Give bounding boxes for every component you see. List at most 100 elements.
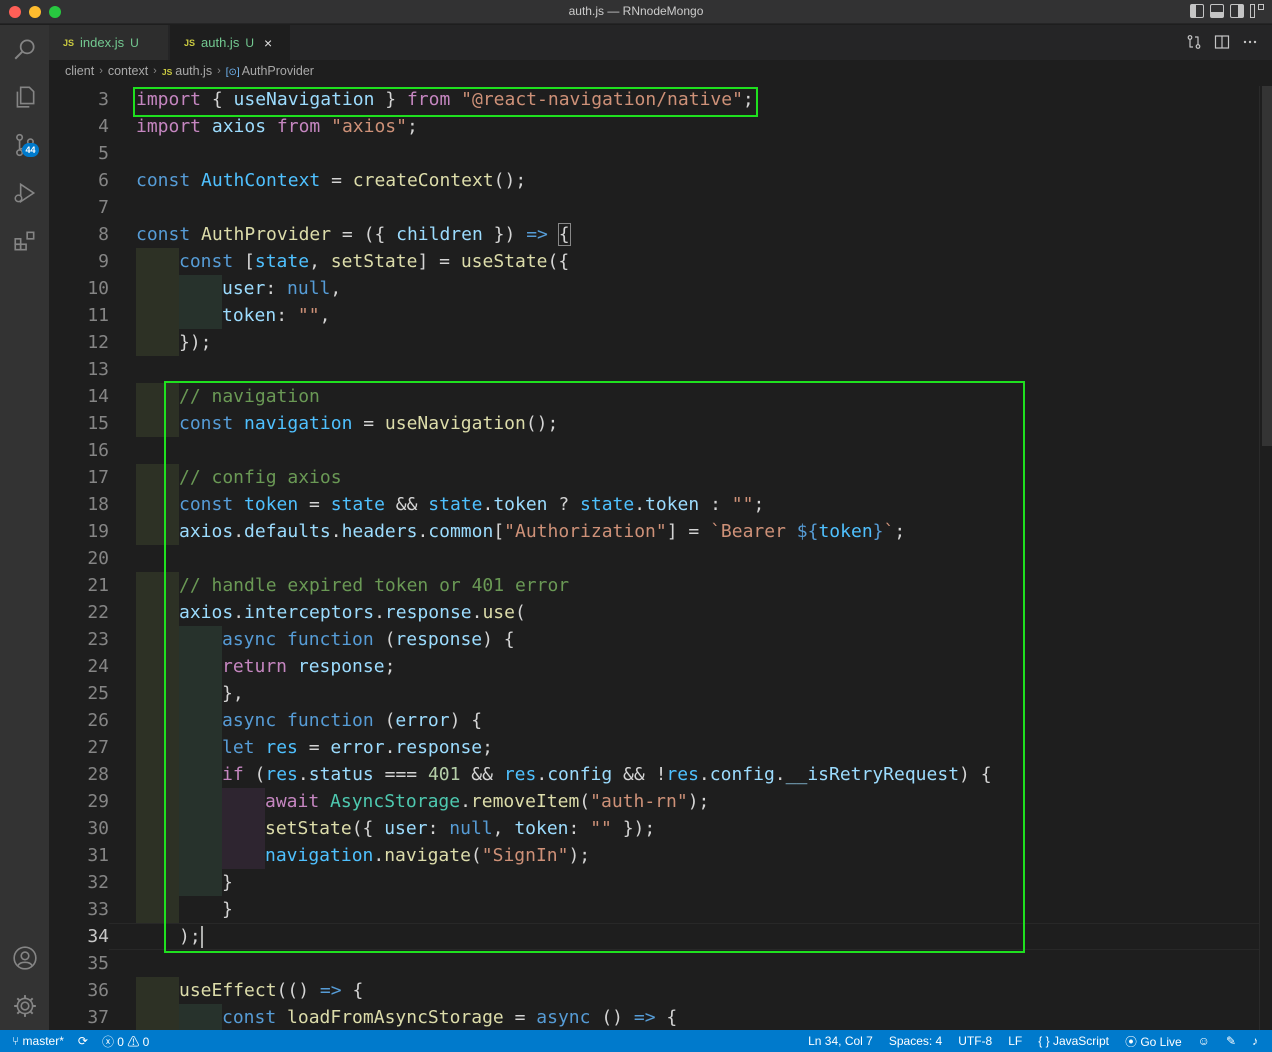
tab-bar: JS index.js U JS auth.js U × — [49, 25, 1272, 60]
line-number: 29 — [87, 791, 109, 812]
line-number: 4 — [98, 116, 109, 137]
warning-icon: ⚠ — [127, 1034, 143, 1049]
problems-indicator[interactable]: ⓧ 0 ⚠ 0 — [102, 1033, 149, 1050]
customize-layout-icon[interactable] — [1250, 4, 1264, 18]
tab-label: index.js — [80, 35, 125, 50]
tab-label: auth.js — [201, 35, 240, 50]
line-number: 26 — [87, 710, 109, 731]
line-number: 11 — [87, 305, 109, 326]
accounts-icon[interactable] — [0, 934, 49, 982]
code-line-10: user: null, — [222, 278, 342, 299]
line-number: 13 — [87, 359, 109, 380]
line-number: 10 — [87, 278, 109, 299]
code-line-12: }); — [179, 332, 212, 353]
branch-indicator[interactable]: ⑂ master* — [12, 1034, 64, 1048]
line-number: 5 — [98, 143, 109, 164]
breadcrumb-symbol-label: AuthProvider — [241, 64, 314, 78]
language-label: JavaScript — [1052, 1034, 1109, 1048]
indent-guide — [136, 275, 179, 302]
toggle-panel-icon[interactable] — [1210, 4, 1224, 18]
indentation[interactable]: Spaces: 4 — [889, 1034, 942, 1048]
indent-guide — [136, 977, 179, 1030]
error-icon: ⓧ — [101, 1034, 118, 1049]
line-number: 37 — [87, 1007, 109, 1028]
more-actions-icon[interactable] — [1242, 34, 1258, 50]
code-editor[interactable]: 3 4 5 6 7 8 9 10 11 12 13 14 15 16 17 18 19 20 21 22 23 24 25 2… — [49, 86, 1259, 1030]
run-debug-icon[interactable] — [0, 169, 49, 217]
breadcrumb-item-context[interactable]: context — [108, 64, 148, 78]
breadcrumb-item-file[interactable]: JS auth.js — [162, 64, 212, 78]
breadcrumb-item-symbol[interactable]: [⊙] AuthProvider — [226, 64, 314, 78]
activity-bar: 44 — [0, 25, 49, 1030]
line-number: 32 — [87, 872, 109, 893]
line-number: 8 — [98, 224, 109, 245]
close-tab-icon[interactable]: × — [264, 35, 272, 51]
extensions-icon[interactable] — [0, 217, 49, 265]
line-number: 6 — [98, 170, 109, 191]
braces-icon: { } — [1038, 1034, 1050, 1048]
tab-index-js[interactable]: JS index.js U — [49, 25, 169, 60]
scrollbar-thumb[interactable] — [1262, 86, 1272, 446]
line-number: 9 — [98, 251, 109, 272]
javascript-file-icon: JS — [184, 37, 196, 48]
breadcrumb-item-client[interactable]: client — [65, 64, 94, 78]
javascript-file-icon: JS — [161, 67, 173, 77]
error-count: 0 — [117, 1034, 124, 1049]
breadcrumb: client › context › JS auth.js › [⊙] AuthPr… — [49, 60, 1272, 82]
line-number: 14 — [87, 386, 109, 407]
language-mode[interactable]: { } JavaScript — [1038, 1034, 1109, 1048]
symbol-variable-icon: [⊙] — [225, 67, 240, 78]
settings-gear-icon[interactable] — [0, 982, 49, 1030]
status-bar: ⑂ master* ⟳ ⓧ 0 ⚠ 0 Ln 34, Col 7 Spaces:… — [0, 1030, 1272, 1052]
broadcast-icon: ⦿ — [1124, 1034, 1141, 1049]
search-icon[interactable] — [0, 25, 49, 73]
git-branch-icon: ⑂ — [12, 1034, 23, 1048]
split-editor-icon[interactable] — [1214, 34, 1230, 50]
line-number: 18 — [87, 494, 109, 515]
untracked-badge: U — [245, 35, 254, 50]
sync-icon[interactable]: ⟳ — [78, 1034, 88, 1048]
end-of-line[interactable]: LF — [1008, 1034, 1022, 1048]
breadcrumb-file-label: auth.js — [175, 64, 213, 78]
editor-actions — [1186, 34, 1258, 50]
line-number: 24 — [87, 656, 109, 677]
line-number: 28 — [87, 764, 109, 785]
code-line-36: useEffect(() => { — [179, 980, 364, 1001]
line-number-gutter: 3 4 5 6 7 8 9 10 11 12 13 14 15 16 17 18 19 20 21 22 23 24 25 2… — [49, 86, 109, 1030]
source-control-icon[interactable]: 44 — [0, 121, 49, 169]
code-line-37: const loadFromAsyncStorage = async () =>… — [222, 1007, 678, 1028]
line-number: 31 — [87, 845, 109, 866]
line-number: 23 — [87, 629, 109, 650]
tab-auth-js[interactable]: JS auth.js U × — [170, 25, 290, 60]
code-line-6: const AuthContext = createContext(); — [136, 170, 527, 191]
toggle-primary-sidebar-icon[interactable] — [1190, 4, 1204, 18]
open-changes-icon[interactable] — [1186, 34, 1202, 50]
warning-count: 0 — [142, 1034, 150, 1049]
notifications-bell-icon[interactable]: ♪ — [1252, 1034, 1258, 1048]
line-number: 19 — [87, 521, 109, 542]
line-number: 22 — [87, 602, 109, 623]
line-number: 15 — [87, 413, 109, 434]
indent-guide — [179, 275, 222, 302]
indent-guide — [179, 302, 222, 329]
go-live-button[interactable]: ⦿ Go Live — [1125, 1033, 1182, 1050]
indent-guide — [136, 248, 179, 275]
editor-scrollbar[interactable] — [1259, 86, 1272, 1030]
line-number: 34 — [87, 926, 109, 947]
indent-guide — [179, 1004, 222, 1030]
window-title: auth.js — RNnodeMongo — [568, 4, 704, 18]
encoding[interactable]: UTF-8 — [958, 1034, 992, 1048]
title-bar: auth.js — RNnodeMongo — [0, 0, 1272, 24]
toggle-secondary-sidebar-icon[interactable] — [1230, 4, 1244, 18]
line-number: 33 — [87, 899, 109, 920]
branch-label: master* — [22, 1034, 64, 1048]
copilot-icon[interactable]: ☺ — [1198, 1034, 1210, 1048]
explorer-icon[interactable] — [0, 73, 49, 121]
line-number: 12 — [87, 332, 109, 353]
cursor-position[interactable]: Ln 34, Col 7 — [808, 1034, 873, 1048]
code-line-9: const [state, setState] = useState({ — [179, 251, 570, 272]
line-number: 30 — [87, 818, 109, 839]
line-number: 16 — [87, 440, 109, 461]
feedback-icon[interactable]: ✎ — [1226, 1034, 1236, 1048]
line-number: 36 — [87, 980, 109, 1001]
